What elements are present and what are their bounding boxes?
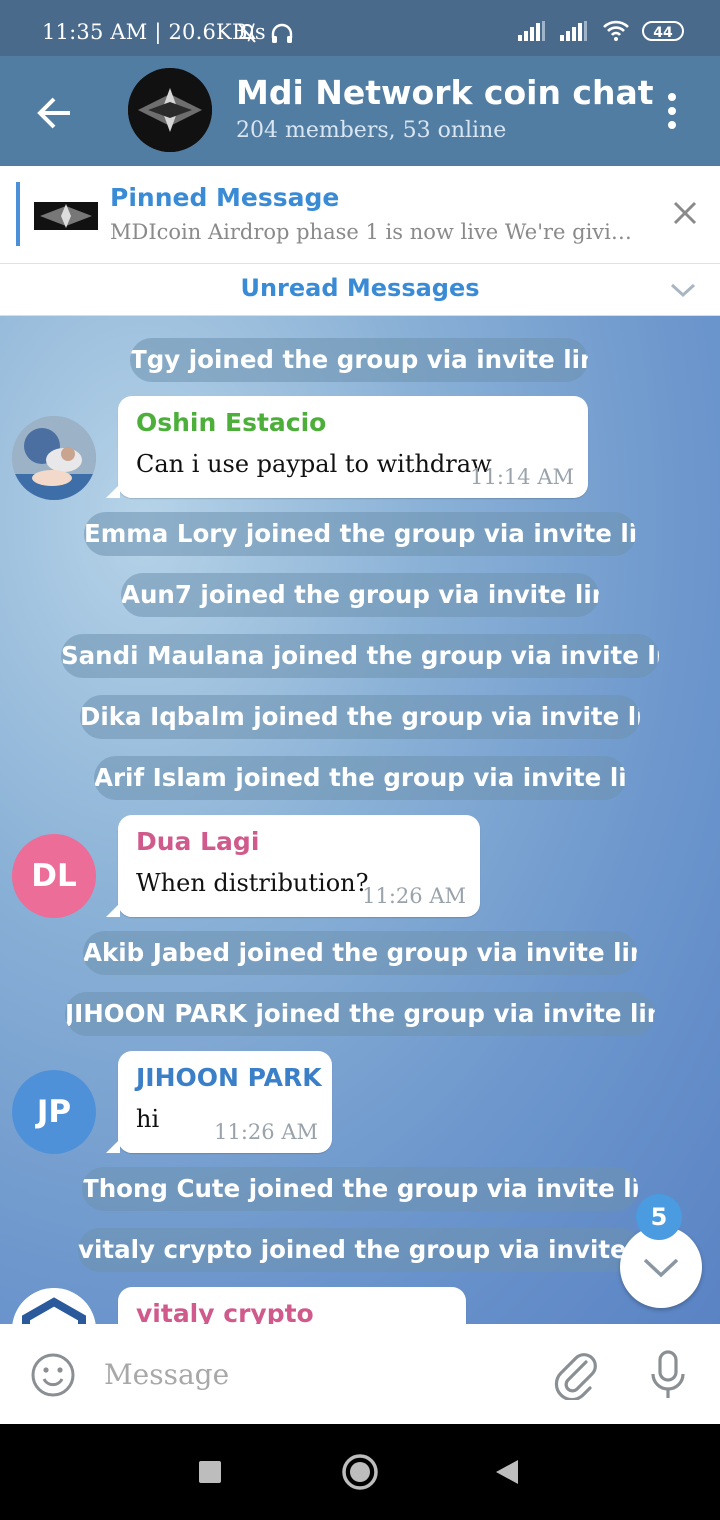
chat-subtitle: 204 members, 53 online: [236, 118, 507, 143]
group-avatar[interactable]: [128, 68, 212, 152]
sender-name[interactable]: Oshin Estacio: [136, 408, 326, 437]
system-nav-bar: [0, 1424, 720, 1520]
battery-indicator: 44: [642, 21, 684, 41]
more-menu-icon[interactable]: [660, 91, 684, 131]
message-text: Can i use paypal to withdraw: [136, 450, 492, 478]
service-message: vitaly crypto joined the group via invit…: [78, 1228, 642, 1272]
back-nav-icon[interactable]: [494, 1458, 520, 1486]
service-message: JIHOON PARK joined the group via invite …: [65, 992, 655, 1036]
unread-messages-bar[interactable]: Unread Messages: [0, 264, 720, 316]
back-arrow-icon[interactable]: [34, 92, 76, 134]
pinned-thumbnail: [34, 184, 98, 246]
message-input[interactable]: Message: [104, 1358, 229, 1391]
headphones-icon: [271, 23, 293, 43]
service-message: Arif Islam joined the group via invite l…: [94, 756, 626, 800]
service-message: Akib Jabed joined the group via invite l…: [83, 931, 637, 975]
message-input-bar: Message: [0, 1324, 720, 1424]
avatar[interactable]: [12, 416, 96, 500]
message-bubble[interactable]: Dua Lagi When distribution? 11:26 AM: [106, 815, 480, 917]
message-bubble[interactable]: vitaly crypto: [118, 1287, 466, 1324]
unread-label: Unread Messages: [240, 274, 480, 302]
message-text: When distribution?: [136, 869, 369, 897]
avatar[interactable]: [12, 1288, 96, 1324]
message-text: hi: [136, 1105, 160, 1133]
wifi-icon: [603, 20, 629, 41]
status-time: 11:35 AM | 20.6KB/s: [42, 20, 266, 44]
sender-name[interactable]: JIHOON PARK: [136, 1063, 322, 1092]
pinned-message-bar[interactable]: Pinned Message MDIcoin Airdrop phase 1 i…: [0, 166, 720, 264]
attach-icon[interactable]: [552, 1348, 600, 1400]
group-logo-icon: [128, 68, 212, 152]
service-message: Tgy joined the group via invite link: [130, 338, 588, 382]
status-icons: 44: [518, 20, 684, 42]
status-bar: 11:35 AM | 20.6KB/s 44: [0, 0, 720, 56]
sender-name[interactable]: vitaly crypto: [136, 1299, 314, 1324]
emoji-icon[interactable]: [30, 1352, 76, 1398]
unread-count-badge: 5: [636, 1194, 682, 1240]
pinned-title: Pinned Message: [110, 183, 340, 212]
mute-notification-icon: [238, 23, 256, 43]
close-icon[interactable]: [668, 196, 702, 230]
service-message: Emma Lory joined the group via invite li…: [84, 512, 636, 556]
avatar[interactable]: JP: [12, 1070, 96, 1154]
microphone-icon[interactable]: [648, 1348, 688, 1400]
chat-title[interactable]: Mdi Network coin chat: [236, 73, 654, 112]
sender-name[interactable]: Dua Lagi: [136, 827, 259, 856]
message-bubble[interactable]: JIHOON PARK hi 11:26 AM: [106, 1051, 332, 1153]
service-message: Thong Cute joined the group via invite l…: [82, 1167, 638, 1211]
avatar[interactable]: DL: [12, 834, 96, 918]
message-time: 11:26 AM: [214, 1120, 318, 1144]
service-message: Dika Iqbalm joined the group via invite …: [80, 695, 640, 739]
chat-area[interactable]: Tgy joined the group via invite link Osh…: [0, 316, 720, 1324]
signal-icon: [518, 21, 545, 41]
pinned-text: MDIcoin Airdrop phase 1 is now live We'r…: [110, 220, 630, 244]
pinned-accent-bar: [16, 182, 20, 246]
user-photo-icon: [12, 1288, 96, 1324]
service-message: Sandi Maulana joined the group via invit…: [61, 634, 659, 678]
chevron-down-icon[interactable]: [668, 278, 698, 302]
service-message: Aun7 joined the group via invite link: [121, 573, 599, 617]
message-bubble[interactable]: Oshin Estacio Can i use paypal to withdr…: [106, 396, 588, 498]
home-icon[interactable]: [340, 1452, 380, 1492]
signal-icon-2: [560, 21, 587, 41]
recents-icon[interactable]: [198, 1460, 222, 1484]
message-time: 11:14 AM: [470, 465, 574, 489]
pinned-logo-icon: [34, 202, 98, 230]
user-photo-icon: [12, 416, 96, 500]
chat-header: Mdi Network coin chat 204 members, 53 on…: [0, 56, 720, 166]
message-time: 11:26 AM: [362, 884, 466, 908]
